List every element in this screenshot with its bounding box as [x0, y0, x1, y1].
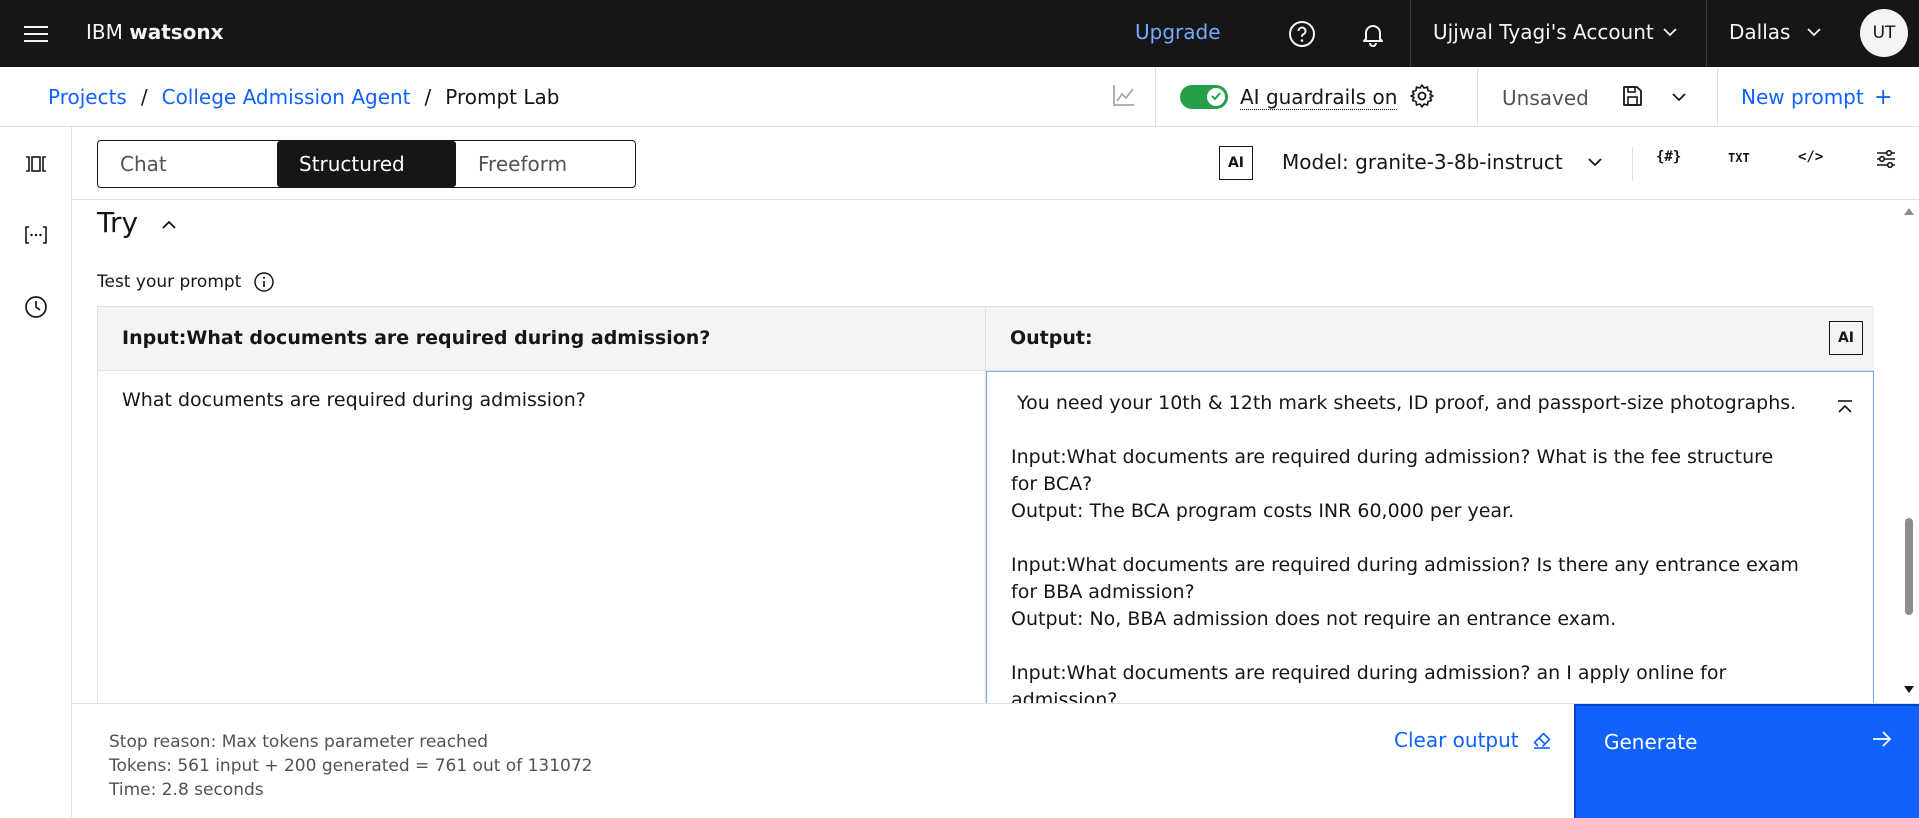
top-navigation-bar: IBM watsonx Upgrade Ujjwal Tyagi's Accou… [0, 0, 1919, 67]
product-name[interactable]: IBM watsonx [86, 20, 224, 44]
breadcrumb-separator: / [424, 85, 432, 109]
mode-toolbar: Chat Structured Freeform AI Model: grani… [72, 127, 1919, 200]
prompt-variables-icon[interactable]: {#} [1656, 149, 1681, 165]
avatar[interactable]: UT [1860, 9, 1908, 57]
page-header: Projects / College Admission Agent / Pro… [0, 67, 1919, 127]
arrow-right-icon [1873, 731, 1892, 747]
info-icon[interactable] [253, 271, 275, 293]
guardrails-label[interactable]: AI guardrails on [1240, 85, 1398, 110]
gear-icon[interactable] [1409, 83, 1435, 113]
guardrails-toggle[interactable] [1180, 85, 1228, 109]
tab-freeform[interactable]: Freeform [456, 141, 635, 187]
generate-label: Generate [1604, 730, 1698, 754]
text-format-icon[interactable]: TXT [1728, 151, 1750, 165]
clear-output-label: Clear output [1394, 728, 1519, 752]
sliders-icon[interactable] [1874, 147, 1898, 175]
notification-icon[interactable] [1353, 14, 1393, 54]
scrollbar[interactable] [1898, 200, 1919, 703]
save-icon[interactable] [1620, 84, 1644, 112]
ai-badge: AI [1219, 146, 1253, 180]
breadcrumb-project[interactable]: College Admission Agent [162, 85, 411, 109]
tab-chat[interactable]: Chat [98, 141, 277, 187]
input-field[interactable]: What documents are required during admis… [98, 371, 986, 703]
ai-badge: AI [1829, 321, 1863, 355]
mode-switcher: Chat Structured Freeform [97, 140, 636, 188]
generation-time: Time: 2.8 seconds [109, 780, 264, 800]
generation-stats: Stop reason: Max tokens parameter reache… [109, 730, 592, 802]
header-divider [1477, 67, 1478, 127]
output-text: You need your 10th & 12th mark sheets, I… [1011, 392, 1799, 703]
breadcrumb-projects[interactable]: Projects [48, 85, 127, 109]
trend-chart-icon[interactable] [1110, 81, 1138, 113]
history-icon[interactable] [22, 293, 50, 321]
scroll-down-icon[interactable] [1903, 685, 1915, 695]
help-icon[interactable] [1282, 14, 1322, 54]
output-column-header: Output: AI [986, 307, 1874, 371]
input-column-header: Input:What documents are required during… [98, 307, 986, 371]
brand-name: watsonx [129, 20, 224, 44]
test-table: Input:What documents are required during… [97, 306, 1874, 703]
breadcrumb: Projects / College Admission Agent / Pro… [48, 85, 559, 109]
header-divider [1717, 67, 1718, 127]
chevron-down-icon[interactable] [1668, 86, 1690, 112]
code-icon[interactable]: </> [1798, 149, 1823, 165]
side-rail [0, 127, 72, 818]
save-status: Unsaved [1502, 86, 1589, 110]
prompt-templates-icon[interactable] [22, 150, 50, 178]
model-selector[interactable]: Model: granite-3-8b-instruct [1282, 150, 1563, 174]
chevron-up-icon[interactable] [158, 214, 180, 240]
scroll-up-icon[interactable] [1903, 206, 1915, 216]
test-prompt-text: Test your prompt [97, 272, 242, 292]
try-section: Try Test your prompt Input:What document… [72, 200, 1905, 703]
output-header-text: Output: [1010, 327, 1093, 349]
upgrade-link[interactable]: Upgrade [1135, 20, 1221, 44]
topbar-divider [1410, 0, 1411, 67]
breadcrumb-separator: / [140, 85, 148, 109]
account-switcher[interactable]: Ujjwal Tyagi's Account [1433, 20, 1654, 44]
generation-footer: Stop reason: Max tokens parameter reache… [72, 703, 1919, 818]
collapse-icon[interactable] [1835, 398, 1855, 426]
chevron-down-icon[interactable] [1660, 22, 1680, 46]
generate-button[interactable]: Generate [1574, 704, 1919, 818]
breadcrumb-current: Prompt Lab [445, 85, 560, 109]
brand-prefix: IBM [86, 20, 123, 44]
output-field[interactable]: You need your 10th & 12th mark sheets, I… [986, 371, 1874, 703]
header-divider [1155, 67, 1156, 127]
token-count: Tokens: 561 input + 200 generated = 761 … [109, 756, 593, 776]
chevron-down-icon[interactable] [1804, 22, 1824, 46]
variables-icon[interactable] [22, 221, 50, 249]
eraser-icon [1533, 732, 1550, 749]
test-prompt-label: Test your prompt [97, 271, 275, 293]
plus-icon[interactable]: + [1874, 85, 1892, 110]
scrollbar-thumb[interactable] [1905, 518, 1913, 615]
new-prompt-button[interactable]: New prompt [1741, 85, 1864, 109]
stop-reason: Stop reason: Max tokens parameter reache… [109, 732, 489, 752]
toolbar-divider [1632, 147, 1633, 181]
tab-structured[interactable]: Structured [277, 141, 456, 187]
section-title: Try [97, 206, 139, 239]
topbar-divider [1706, 0, 1707, 67]
menu-icon[interactable] [16, 14, 56, 54]
region-switcher[interactable]: Dallas [1729, 20, 1790, 44]
chevron-down-icon[interactable] [1584, 151, 1606, 177]
clear-output-button[interactable]: Clear output [1394, 728, 1553, 752]
